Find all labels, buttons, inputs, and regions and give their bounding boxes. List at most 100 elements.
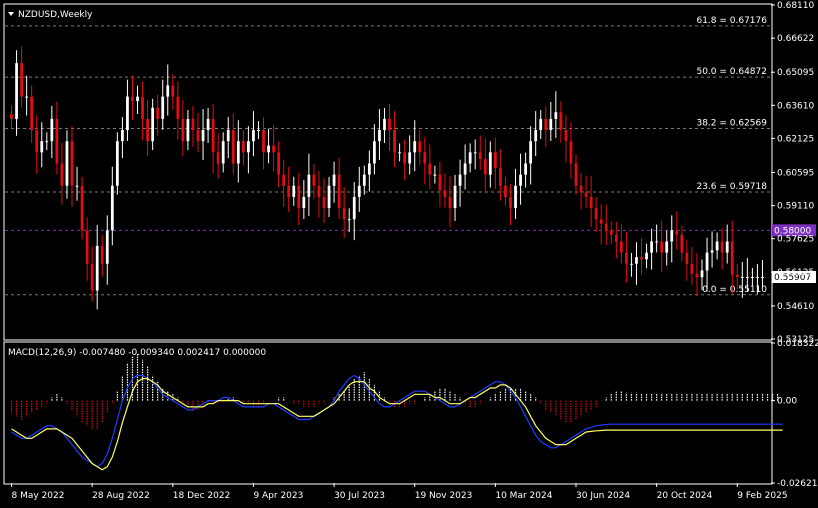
candle-body xyxy=(625,253,628,264)
candle-body xyxy=(378,130,381,141)
main-pane-frame xyxy=(4,4,772,340)
chart-canvas: 61.8 = 0.6717650.0 = 0.6487238.2 = 0.625… xyxy=(0,0,818,504)
candle-body xyxy=(388,119,391,130)
candle-body xyxy=(66,141,69,186)
symbol-title[interactable]: NZDUSD,Weekly xyxy=(8,10,93,20)
macd-axis-label: -0.026212 xyxy=(777,479,818,489)
candle-body xyxy=(297,186,300,208)
candle-body xyxy=(262,130,265,152)
candle-body xyxy=(227,130,230,141)
candle-body xyxy=(756,277,759,278)
candle-body xyxy=(665,241,668,252)
candle-body xyxy=(257,130,260,131)
candle-body xyxy=(252,130,255,141)
candle-body xyxy=(96,246,99,291)
candle-body xyxy=(610,230,613,234)
time-axis: 8 May 202228 Aug 202218 Dec 20229 Apr 20… xyxy=(12,483,788,501)
candle-body xyxy=(237,141,240,163)
candle-body xyxy=(565,130,568,141)
candle-body xyxy=(685,253,688,264)
candle-body xyxy=(645,253,648,260)
candle-body xyxy=(635,257,638,264)
candle-body xyxy=(25,97,28,98)
candle-body xyxy=(590,197,593,208)
candle-body xyxy=(464,163,467,174)
time-axis-label: 9 Apr 2023 xyxy=(253,491,303,501)
candle-body xyxy=(35,130,38,152)
price-axis-label: 0.63610 xyxy=(777,101,814,111)
candle-body xyxy=(559,112,562,130)
candle-body xyxy=(121,130,124,141)
horizontal-line-layer: 0.58000 xyxy=(5,224,816,236)
candle-body xyxy=(479,152,482,159)
candle-body xyxy=(45,141,48,142)
candle-body xyxy=(232,130,235,163)
candle-body xyxy=(630,264,633,265)
candle-body xyxy=(10,114,13,118)
candle-body xyxy=(701,270,704,277)
candle-body xyxy=(539,119,542,130)
candle-body xyxy=(570,141,573,163)
candle-body xyxy=(171,85,174,96)
candle-body xyxy=(353,197,356,219)
time-axis-label: 30 Jul 2023 xyxy=(334,491,385,501)
time-axis-label: 9 Feb 2025 xyxy=(737,491,787,501)
price-axis-label: 0.56125 xyxy=(777,268,814,278)
candle-body xyxy=(86,230,89,263)
candle-body xyxy=(691,264,694,274)
candle-body xyxy=(277,152,280,174)
candle-body xyxy=(620,241,623,252)
time-axis-label: 19 Nov 2023 xyxy=(415,491,473,501)
candle-body xyxy=(696,274,699,277)
candle-body xyxy=(403,152,406,163)
candle-body xyxy=(655,241,658,242)
macd-layer: 0.0183220.00-0.026212 xyxy=(12,339,818,489)
candle-body xyxy=(343,208,346,219)
candle-body xyxy=(192,119,195,130)
time-axis-label: 28 Aug 2022 xyxy=(92,491,150,501)
candle-body xyxy=(106,230,109,263)
candle-body xyxy=(91,264,94,291)
candle-body xyxy=(534,130,537,141)
candle-body xyxy=(615,235,618,242)
candle-body xyxy=(202,130,205,141)
candle-body xyxy=(136,97,139,101)
macd-label: MACD(12,26,9) -0.007480 -0.009340 0.0024… xyxy=(8,348,266,358)
candle-body xyxy=(55,119,58,164)
candle-body xyxy=(383,119,386,130)
candle-body xyxy=(181,119,184,141)
candle-body xyxy=(15,63,18,119)
candle-body xyxy=(408,152,411,163)
candle-body xyxy=(76,186,79,187)
candle-body xyxy=(746,277,749,278)
candle-body xyxy=(519,175,522,186)
candle-body xyxy=(554,112,557,119)
candle-body xyxy=(111,186,114,231)
candle-body xyxy=(358,186,361,197)
candle-body xyxy=(242,141,245,152)
candle-body xyxy=(474,152,477,153)
chart-title: NZDUSD,Weekly xyxy=(18,10,93,20)
candle-body xyxy=(600,219,603,223)
candle-body xyxy=(731,241,734,274)
price-axis-label: 0.65095 xyxy=(777,68,814,78)
candles-layer: 0.55907 xyxy=(10,46,816,309)
candle-body xyxy=(459,175,462,186)
candle-body xyxy=(338,175,341,208)
price-axis-label: 0.62125 xyxy=(777,134,814,144)
candle-body xyxy=(726,241,729,252)
candle-body xyxy=(141,97,144,119)
candle-body xyxy=(156,108,159,119)
candle-body xyxy=(363,175,366,186)
candle-body xyxy=(287,186,290,197)
macd-axis-label: 0.00 xyxy=(777,397,797,407)
candle-body xyxy=(292,186,295,197)
candle-body xyxy=(741,277,744,278)
candle-body xyxy=(368,163,371,174)
candle-body xyxy=(151,108,154,141)
candle-body xyxy=(282,175,285,186)
candle-body xyxy=(126,97,129,130)
candle-body xyxy=(499,168,502,186)
candle-body xyxy=(736,275,739,277)
time-axis-label: 18 Dec 2022 xyxy=(173,491,231,501)
